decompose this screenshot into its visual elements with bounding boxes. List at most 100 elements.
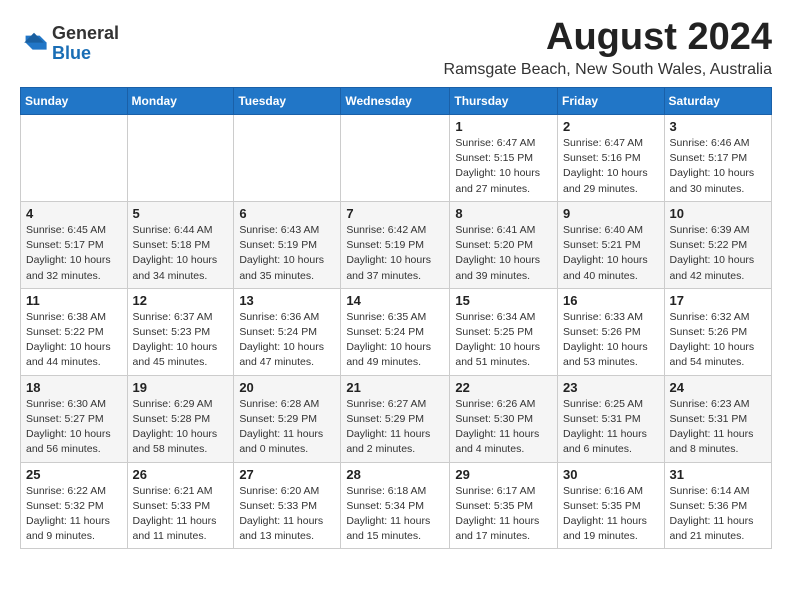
day-content: Sunrise: 6:47 AM Sunset: 5:16 PM Dayligh…	[563, 136, 659, 197]
calendar-cell: 19 Sunrise: 6:29 AM Sunset: 5:28 PM Dayli…	[127, 375, 234, 462]
day-content: Sunrise: 6:44 AM Sunset: 5:18 PM Dayligh…	[133, 223, 229, 284]
calendar-cell: 23Sunrise: 6:25 AM Sunset: 5:31 PM Dayli…	[558, 375, 665, 462]
day-content: Sunrise: 6:35 AM Sunset: 5:24 PM Dayligh…	[346, 310, 444, 371]
calendar-table: SundayMondayTuesdayWednesdayThursdayFrid…	[20, 87, 772, 549]
calendar-cell: 25 Sunrise: 6:22 AM Sunset: 5:32 PM Dayli…	[21, 462, 128, 549]
day-content: Sunrise: 6:45 AM Sunset: 5:17 PM Dayligh…	[26, 223, 122, 284]
day-content: Sunrise: 6:34 AM Sunset: 5:25 PM Dayligh…	[455, 310, 552, 371]
calendar-cell: 11 Sunrise: 6:38 AM Sunset: 5:22 PM Dayli…	[21, 288, 128, 375]
day-number: 5	[133, 206, 229, 221]
week-row-3: 11 Sunrise: 6:38 AM Sunset: 5:22 PM Dayli…	[21, 288, 772, 375]
calendar-cell: 12 Sunrise: 6:37 AM Sunset: 5:23 PM Dayli…	[127, 288, 234, 375]
day-content: Sunrise: 6:36 AM Sunset: 5:24 PM Dayligh…	[239, 310, 335, 371]
header-friday: Friday	[558, 88, 665, 115]
day-content: Sunrise: 6:14 AM Sunset: 5:36 PM Dayligh…	[670, 484, 766, 545]
day-content: Sunrise: 6:29 AM Sunset: 5:28 PM Dayligh…	[133, 397, 229, 458]
calendar-cell	[127, 115, 234, 202]
day-number: 21	[346, 380, 444, 395]
day-number: 14	[346, 293, 444, 308]
calendar-cell: 3 Sunrise: 6:46 AM Sunset: 5:17 PM Daylig…	[664, 115, 771, 202]
day-content: Sunrise: 6:28 AM Sunset: 5:29 PM Dayligh…	[239, 397, 335, 458]
week-row-1: 1 Sunrise: 6:47 AM Sunset: 5:15 PM Daylig…	[21, 115, 772, 202]
day-number: 18	[26, 380, 122, 395]
day-number: 11	[26, 293, 122, 308]
calendar-cell: 9 Sunrise: 6:40 AM Sunset: 5:21 PM Daylig…	[558, 201, 665, 288]
calendar-cell: 2 Sunrise: 6:47 AM Sunset: 5:16 PM Daylig…	[558, 115, 665, 202]
header-row: SundayMondayTuesdayWednesdayThursdayFrid…	[21, 88, 772, 115]
day-number: 1	[455, 119, 552, 134]
calendar-cell: 13Sunrise: 6:36 AM Sunset: 5:24 PM Dayli…	[234, 288, 341, 375]
header-monday: Monday	[127, 88, 234, 115]
week-row-5: 25 Sunrise: 6:22 AM Sunset: 5:32 PM Dayli…	[21, 462, 772, 549]
calendar-cell: 18Sunrise: 6:30 AM Sunset: 5:27 PM Dayli…	[21, 375, 128, 462]
calendar-cell: 24 Sunrise: 6:23 AM Sunset: 5:31 PM Dayli…	[664, 375, 771, 462]
calendar-cell: 30 Sunrise: 6:16 AM Sunset: 5:35 PM Dayli…	[558, 462, 665, 549]
day-number: 15	[455, 293, 552, 308]
day-content: Sunrise: 6:37 AM Sunset: 5:23 PM Dayligh…	[133, 310, 229, 371]
logo-icon	[20, 30, 48, 58]
day-number: 20	[239, 380, 335, 395]
day-number: 24	[670, 380, 766, 395]
day-number: 10	[670, 206, 766, 221]
day-content: Sunrise: 6:21 AM Sunset: 5:33 PM Dayligh…	[133, 484, 229, 545]
day-content: Sunrise: 6:38 AM Sunset: 5:22 PM Dayligh…	[26, 310, 122, 371]
calendar-cell: 20 Sunrise: 6:28 AM Sunset: 5:29 PM Dayli…	[234, 375, 341, 462]
day-content: Sunrise: 6:42 AM Sunset: 5:19 PM Dayligh…	[346, 223, 444, 284]
location-subtitle: Ramsgate Beach, New South Wales, Austral…	[444, 61, 772, 79]
day-number: 22	[455, 380, 552, 395]
day-number: 3	[670, 119, 766, 134]
calendar-cell	[21, 115, 128, 202]
logo-blue: Blue	[52, 44, 119, 64]
week-row-2: 4Sunrise: 6:45 AM Sunset: 5:17 PM Daylig…	[21, 201, 772, 288]
day-number: 30	[563, 467, 659, 482]
day-number: 19	[133, 380, 229, 395]
calendar-cell: 5 Sunrise: 6:44 AM Sunset: 5:18 PM Daylig…	[127, 201, 234, 288]
calendar-cell: 22 Sunrise: 6:26 AM Sunset: 5:30 PM Dayli…	[450, 375, 558, 462]
day-content: Sunrise: 6:46 AM Sunset: 5:17 PM Dayligh…	[670, 136, 766, 197]
calendar-cell: 1 Sunrise: 6:47 AM Sunset: 5:15 PM Daylig…	[450, 115, 558, 202]
day-content: Sunrise: 6:16 AM Sunset: 5:35 PM Dayligh…	[563, 484, 659, 545]
page-header: General Blue August 2024 Ramsgate Beach,…	[20, 16, 772, 79]
calendar-cell: 26 Sunrise: 6:21 AM Sunset: 5:33 PM Dayli…	[127, 462, 234, 549]
header-saturday: Saturday	[664, 88, 771, 115]
day-number: 12	[133, 293, 229, 308]
day-number: 27	[239, 467, 335, 482]
day-content: Sunrise: 6:23 AM Sunset: 5:31 PM Dayligh…	[670, 397, 766, 458]
calendar-cell: 28Sunrise: 6:18 AM Sunset: 5:34 PM Dayli…	[341, 462, 450, 549]
day-content: Sunrise: 6:41 AM Sunset: 5:20 PM Dayligh…	[455, 223, 552, 284]
header-tuesday: Tuesday	[234, 88, 341, 115]
calendar-cell: 14 Sunrise: 6:35 AM Sunset: 5:24 PM Dayli…	[341, 288, 450, 375]
day-number: 2	[563, 119, 659, 134]
day-number: 7	[346, 206, 444, 221]
calendar-cell: 4Sunrise: 6:45 AM Sunset: 5:17 PM Daylig…	[21, 201, 128, 288]
calendar-cell	[234, 115, 341, 202]
header-wednesday: Wednesday	[341, 88, 450, 115]
calendar-cell: 15 Sunrise: 6:34 AM Sunset: 5:25 PM Dayli…	[450, 288, 558, 375]
day-content: Sunrise: 6:39 AM Sunset: 5:22 PM Dayligh…	[670, 223, 766, 284]
day-content: Sunrise: 6:22 AM Sunset: 5:32 PM Dayligh…	[26, 484, 122, 545]
calendar-cell: 10 Sunrise: 6:39 AM Sunset: 5:22 PM Dayli…	[664, 201, 771, 288]
title-block: August 2024 Ramsgate Beach, New South Wa…	[444, 16, 772, 79]
day-number: 17	[670, 293, 766, 308]
day-number: 8	[455, 206, 552, 221]
day-content: Sunrise: 6:27 AM Sunset: 5:29 PM Dayligh…	[346, 397, 444, 458]
day-content: Sunrise: 6:47 AM Sunset: 5:15 PM Dayligh…	[455, 136, 552, 197]
day-content: Sunrise: 6:40 AM Sunset: 5:21 PM Dayligh…	[563, 223, 659, 284]
month-year-title: August 2024	[444, 16, 772, 59]
calendar-cell	[341, 115, 450, 202]
day-number: 9	[563, 206, 659, 221]
day-content: Sunrise: 6:17 AM Sunset: 5:35 PM Dayligh…	[455, 484, 552, 545]
calendar-cell: 29 Sunrise: 6:17 AM Sunset: 5:35 PM Dayli…	[450, 462, 558, 549]
week-row-4: 18Sunrise: 6:30 AM Sunset: 5:27 PM Dayli…	[21, 375, 772, 462]
calendar-cell: 8 Sunrise: 6:41 AM Sunset: 5:20 PM Daylig…	[450, 201, 558, 288]
day-number: 26	[133, 467, 229, 482]
calendar-cell: 6Sunrise: 6:43 AM Sunset: 5:19 PM Daylig…	[234, 201, 341, 288]
calendar-cell: 7 Sunrise: 6:42 AM Sunset: 5:19 PM Daylig…	[341, 201, 450, 288]
logo-text: General Blue	[52, 24, 119, 64]
calendar-cell: 21 Sunrise: 6:27 AM Sunset: 5:29 PM Dayli…	[341, 375, 450, 462]
header-thursday: Thursday	[450, 88, 558, 115]
day-number: 25	[26, 467, 122, 482]
day-number: 29	[455, 467, 552, 482]
day-content: Sunrise: 6:26 AM Sunset: 5:30 PM Dayligh…	[455, 397, 552, 458]
day-content: Sunrise: 6:32 AM Sunset: 5:26 PM Dayligh…	[670, 310, 766, 371]
